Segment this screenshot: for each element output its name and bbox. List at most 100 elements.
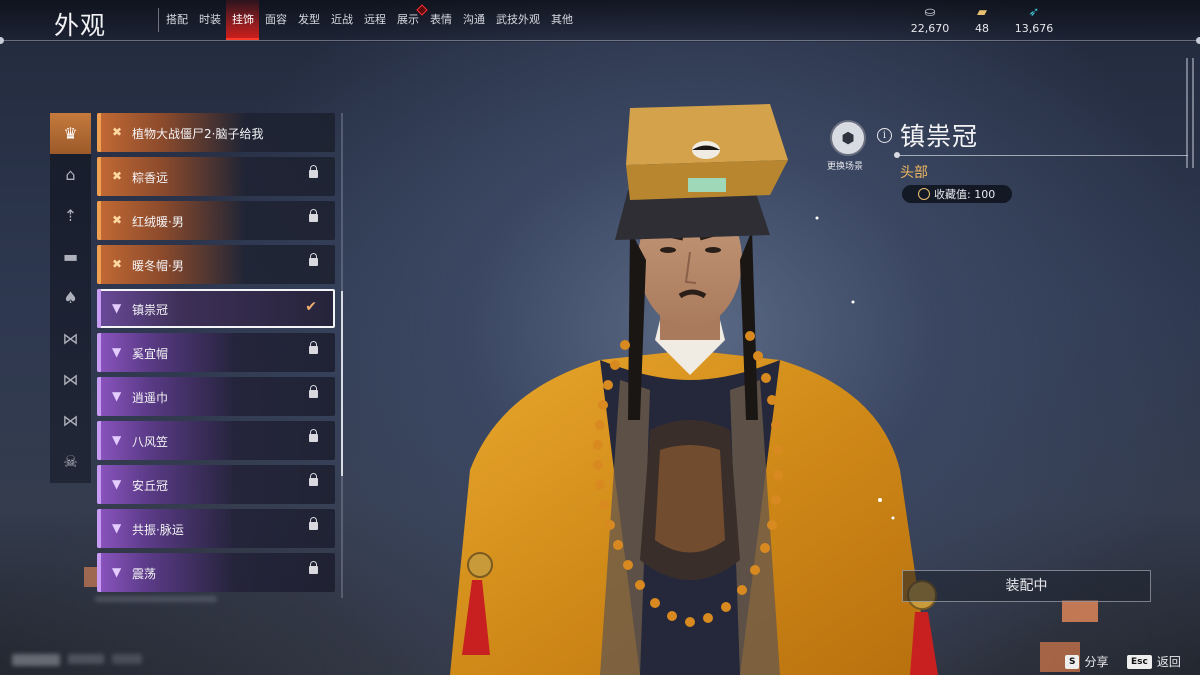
key-esc: Esc <box>1127 654 1152 669</box>
category-leg[interactable]: ⋈ <box>50 400 91 441</box>
list-item[interactable]: ✖ 暖冬帽·男 <box>97 245 335 284</box>
tab-label: 武技外观 <box>496 13 540 26</box>
top-bar-divider <box>0 40 1200 41</box>
tab-label: 表情 <box>430 13 452 26</box>
hat-icon: ⌂ <box>65 165 76 184</box>
slot-label: 头部 <box>900 165 928 181</box>
change-scene-label: 更换场景 <box>826 162 863 172</box>
tab-label: 发型 <box>298 13 320 26</box>
equip-button[interactable]: 装配中 <box>902 570 1151 602</box>
list-item[interactable]: ✖ 粽香远 <box>97 157 335 196</box>
category-head-ornament[interactable]: ♛ <box>50 113 91 154</box>
item-label: 红绒暖·男 <box>132 215 184 229</box>
currency-feather[interactable]: ➶ 13,676 <box>1008 5 1060 35</box>
tab-melee[interactable]: 近战 <box>325 0 358 40</box>
item-name: 镇祟冠 <box>900 122 979 151</box>
item-label: 逍遥巾 <box>132 391 169 405</box>
category-face-mask[interactable]: ▬ <box>50 236 91 277</box>
tab-accessories[interactable]: 挂饰 <box>226 0 259 40</box>
orange-rarity-icon: ✖ <box>112 257 123 271</box>
leg-ornament-icon: ⋈ <box>62 411 79 430</box>
category-sidebar: ♛ ⌂ ⇡ ▬ ♠ ⋈ ⋈ ⋈ ☠ <box>50 113 91 483</box>
lock-icon <box>309 385 318 398</box>
category-wrist[interactable]: ⋈ <box>50 359 91 400</box>
purple-rarity-icon: ▼ <box>112 521 122 535</box>
list-item[interactable]: ▼ 八风笠 <box>97 421 335 460</box>
list-item[interactable]: ✖ 红绒暖·男 <box>97 201 335 240</box>
list-item[interactable]: ▼ 奚宜帽 <box>97 333 335 372</box>
key-s: S <box>1065 654 1080 669</box>
tab-martial-skins[interactable]: 武技外观 <box>490 0 545 40</box>
category-mask[interactable]: ☠ <box>50 441 91 482</box>
currency-coins[interactable]: ⛀ 22,670 <box>904 5 956 35</box>
purple-rarity-icon: ▼ <box>112 389 122 403</box>
lock-icon <box>309 561 318 574</box>
tab-label: 近战 <box>331 13 353 26</box>
head-ornament-icon: ♛ <box>63 124 78 143</box>
item-label: 镇祟冠 <box>132 303 169 317</box>
currency-value: 13,676 <box>1014 22 1054 35</box>
list-item[interactable]: ▼ 震荡 <box>97 553 335 592</box>
lock-icon <box>309 429 318 442</box>
title-divider <box>158 8 159 32</box>
lock-icon <box>309 165 318 178</box>
wrist-ornament-icon: ⋈ <box>62 370 79 389</box>
category-back[interactable]: ♠ <box>50 277 91 318</box>
item-label: 粽香远 <box>132 171 169 185</box>
tab-showcase[interactable]: 展示 <box>391 0 428 40</box>
tab-hairstyle[interactable]: 发型 <box>292 0 325 40</box>
tab-label: 时装 <box>199 13 221 26</box>
name-underline <box>898 155 1188 156</box>
lock-icon <box>309 341 318 354</box>
tab-communication[interactable]: 沟通 <box>457 0 490 40</box>
currency-bar: ⛀ 22,670 ▰ 48 ➶ 13,676 <box>904 5 1060 35</box>
hairpin-icon: ⇡ <box>63 206 78 225</box>
orange-rarity-icon: ✖ <box>112 213 123 227</box>
change-scene-button[interactable]: ⬢ 更换场景 <box>827 120 868 172</box>
purple-rarity-icon: ▼ <box>112 345 122 359</box>
tab-label: 沟通 <box>463 13 485 26</box>
blurred-watermark <box>12 654 60 666</box>
collection-icon <box>918 188 930 200</box>
item-label: 安丘冠 <box>132 479 169 493</box>
demon-mask-icon: ☠ <box>63 452 78 471</box>
list-item[interactable]: ▼ 共振·脉运 <box>97 509 335 548</box>
tab-ranged[interactable]: 远程 <box>358 0 391 40</box>
list-item[interactable]: ▼ 逍遥巾 <box>97 377 335 416</box>
orange-rarity-icon: ✖ <box>112 169 123 183</box>
tab-label: 远程 <box>364 13 386 26</box>
tab-face[interactable]: 面容 <box>259 0 292 40</box>
currency-gold[interactable]: ▰ 48 <box>956 5 1008 35</box>
divider-dot <box>0 37 4 44</box>
lock-icon <box>309 473 318 486</box>
purple-rarity-icon: ▼ <box>112 565 122 579</box>
list-item[interactable]: ▼ 安丘冠 <box>97 465 335 504</box>
tab-fashion[interactable]: 时装 <box>193 0 226 40</box>
blurred-watermark <box>68 654 104 664</box>
list-item[interactable]: ✖ 植物大战僵尸2·脑子给我 <box>97 113 335 152</box>
page-title: 外观 <box>54 11 107 40</box>
tab-label: 挂饰 <box>232 13 254 26</box>
category-hairpin[interactable]: ⇡ <box>50 195 91 236</box>
back-label: 返回 <box>1156 655 1181 669</box>
info-icon[interactable]: i <box>877 128 892 143</box>
tab-outfit[interactable]: 搭配 <box>160 0 193 40</box>
back-hint[interactable]: Esc 返回 <box>1127 653 1181 670</box>
currency-value: 48 <box>975 22 989 35</box>
category-waist[interactable]: ⋈ <box>50 318 91 359</box>
tab-other[interactable]: 其他 <box>545 0 578 40</box>
item-list-scrollbar[interactable] <box>341 113 343 598</box>
orange-rarity-icon: ✖ <box>112 125 123 139</box>
scrollbar-thumb[interactable] <box>341 291 343 476</box>
coins-icon: ⛀ <box>924 5 936 20</box>
item-label: 植物大战僵尸2·脑子给我 <box>132 127 264 141</box>
collection-value-badge: 收藏值: 100 <box>902 185 1012 203</box>
list-item-selected[interactable]: ▼ 镇祟冠 ✔ <box>97 289 335 328</box>
feather-icon: ➶ <box>1028 5 1040 20</box>
tab-label: 面容 <box>265 13 287 26</box>
tab-emotes[interactable]: 表情 <box>424 0 457 40</box>
category-hat[interactable]: ⌂ <box>50 154 91 195</box>
share-hint[interactable]: S 分享 <box>1065 653 1109 670</box>
check-icon: ✔ <box>305 299 317 315</box>
item-label: 共振·脉运 <box>132 523 184 537</box>
